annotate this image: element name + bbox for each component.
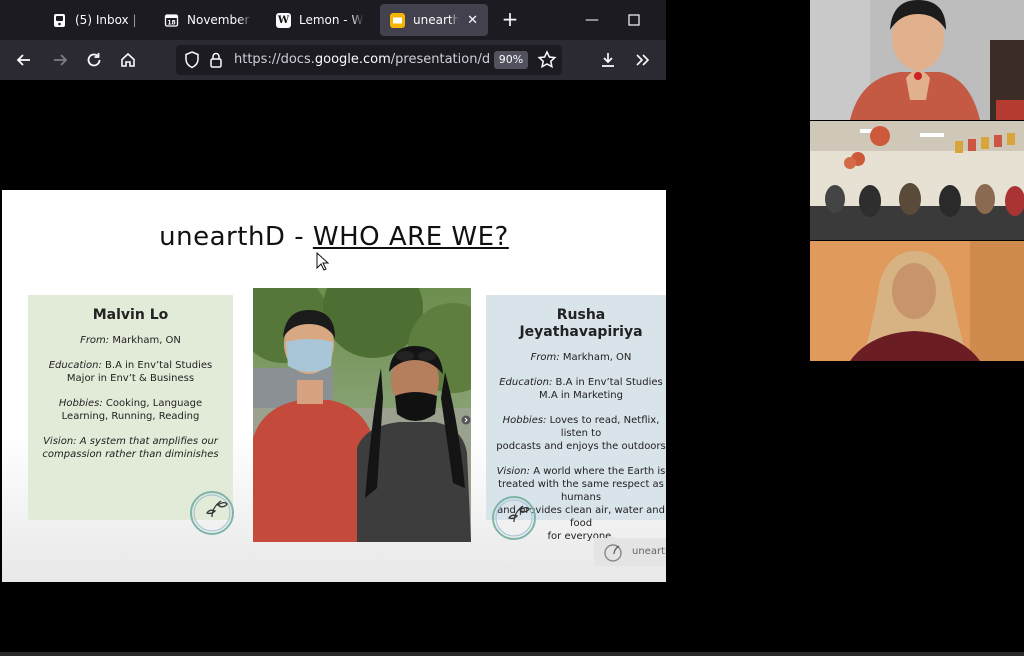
team-photo [253,288,471,542]
navigation-toolbar: https://docs.google.com/presentation/d/1… [0,40,666,80]
vision-value-2: compassion rather than diminishes [42,449,219,460]
hobbies-line: Hobbies: Loves to read, Netflix, listen … [486,414,666,453]
window-bottom-border [0,652,1024,656]
title-heading: WHO ARE WE? [312,222,509,252]
education-value: B.A in Env’tal Studies [552,377,663,388]
maximize-icon[interactable] [622,8,646,32]
zoom-level-badge[interactable]: 90% [494,51,528,69]
vision-line: Vision: A system that amplifies our compa… [28,435,233,461]
hobbies-value-2: Learning, Running, Reading [61,411,200,422]
person-first-name: Rusha [556,307,606,323]
overflow-chevrons-icon[interactable] [630,48,654,72]
hobbies-label: Hobbies: [502,415,547,426]
video-tile-classroom [810,121,1024,240]
minimize-icon[interactable]: — [580,8,604,32]
url-path: /presentation/d/1 [390,52,489,67]
education-line: Education: B.A in Env’tal Studies M.A in … [486,376,666,402]
from-line: From: Markham, ON [486,351,666,364]
wikipedia-icon: W [276,12,291,28]
person-name: Malvin Lo [92,307,169,323]
tab-november[interactable]: 18 November 20 [154,4,262,36]
photo-next-icon [461,415,471,425]
tab-unearthd-slides[interactable]: unearthd F ✕ [380,4,488,36]
url-text[interactable]: https://docs.google.com/presentation/d/1 [234,52,489,67]
hobbies-line: Hobbies: Cooking, Language Learning, Runn… [28,397,233,423]
hobbies-value-2: podcasts and enjoys the outdoors [496,441,666,452]
new-tab-button[interactable]: + [498,8,522,32]
education-value-2: M.A in Marketing [539,390,623,401]
tab-title: (5) Inbox | mai [75,13,142,27]
url-domain: google.com [314,52,391,67]
education-value-2: Major in Env’t & Business [66,373,195,384]
vision-label: Vision: [496,466,531,477]
hobbies-label: Hobbies: [58,398,103,409]
lock-icon[interactable] [206,50,226,70]
unearthd-small-logo-icon [604,544,622,562]
education-line: Education: B.A in Env’tal Studies Major i… [28,359,233,385]
tab-title: Lemon - Wiki [299,13,364,27]
tab-title: November 20 [187,13,252,27]
vision-label: Vision: [43,436,77,447]
reload-icon[interactable] [82,48,106,72]
from-label: From: [80,335,110,346]
mail-icon [52,13,67,28]
vision-value: A system that amplifies our [76,436,218,447]
unearthd-logo-icon [492,496,536,540]
tab-title: unearthd F [413,13,460,27]
from-value: Markham, ON [559,352,632,363]
bookmark-star-icon[interactable] [536,49,558,71]
hobbies-value: Loves to read, Netflix, listen to [546,415,660,439]
home-icon[interactable] [116,48,140,72]
tab-inbox[interactable]: (5) Inbox | mai [42,4,152,36]
unearthd-logo-icon [190,491,234,535]
video-tile-participant-3 [810,241,1024,361]
slides-icon [390,12,405,28]
forward-arrow-icon[interactable] [48,48,72,72]
hobbies-value: Cooking, Language [102,398,203,409]
from-label: From: [530,352,560,363]
url-bar[interactable]: https://docs.google.com/presentation/d/1… [176,45,562,75]
back-arrow-icon[interactable] [12,48,36,72]
url-prefix: https://docs. [234,52,315,67]
close-tab-icon[interactable]: ✕ [467,13,478,28]
vision-value: A world where the Earth is [530,466,666,477]
download-icon[interactable] [596,48,620,72]
person-name: Rusha Jeyathavapiriya [486,307,666,341]
education-label: Education: [499,377,553,388]
mouse-cursor-icon [316,252,330,271]
tab-wikipedia[interactable]: W Lemon - Wiki [266,4,374,36]
title-brand: unearthD - [159,222,313,252]
corner-watermark: unearth [594,538,666,566]
video-tile-participant-1 [810,0,1024,120]
education-value: B.A in Env’tal Studies [101,360,213,371]
calendar-icon: 18 [164,13,179,28]
browser-window: (5) Inbox | mai 18 November 20 W Lemon -… [0,0,666,80]
tab-strip: (5) Inbox | mai 18 November 20 W Lemon -… [0,0,666,40]
person-last-name: Jeyathavapiriya [519,324,643,340]
from-value: Markham, ON [109,335,181,346]
presentation-slide: unearthD - WHO ARE WE? Malvin Lo From: M… [2,190,666,582]
tracking-shield-icon[interactable] [182,50,202,70]
from-line: From: Markham, ON [28,334,233,347]
slide-title: unearthD - WHO ARE WE? [2,222,666,252]
profile-card-rusha: Rusha Jeyathavapiriya From: Markham, ON E… [486,295,666,542]
education-label: Education: [48,360,102,371]
svg-text:18: 18 [167,19,175,26]
watermark-text: unearth [632,546,666,557]
